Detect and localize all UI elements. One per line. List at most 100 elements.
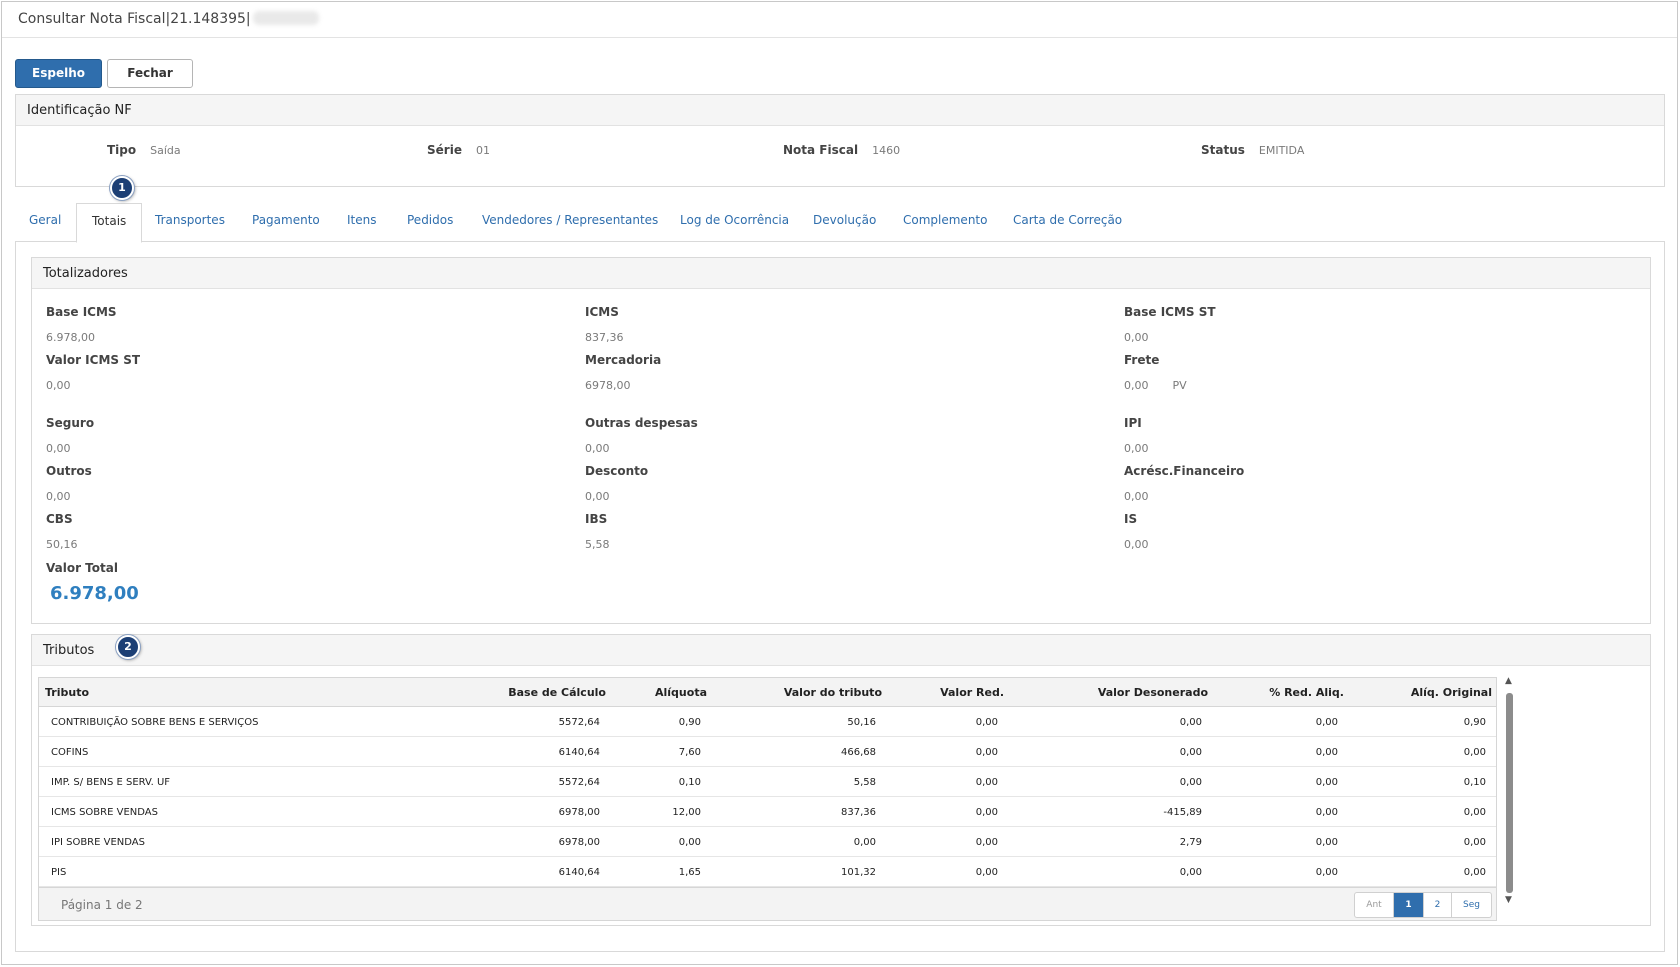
total-field-ibs: IBS 5,58: [585, 512, 610, 551]
table-row[interactable]: IPI SOBRE VENDAS 6978,00 0,00 0,00 0,00 …: [39, 827, 1496, 857]
window-title: Consultar Nota Fiscal|21.148395|: [18, 11, 319, 27]
cell-valor-tributo: 50,16: [847, 717, 876, 728]
cell-red-aliq: 0,00: [1315, 867, 1338, 878]
serie-value: 01: [475, 144, 490, 157]
total-field-outras-despesas: Outras despesas 0,00: [585, 416, 698, 455]
scrollbar-thumb[interactable]: [1506, 693, 1513, 893]
total-field-value: 0,00: [46, 379, 71, 392]
col-header-aliquota[interactable]: Alíquota: [655, 686, 707, 699]
frete-value: 0,00: [1124, 379, 1149, 392]
tab-totais[interactable]: Totais: [76, 203, 143, 243]
col-header-valor-tributo[interactable]: Valor do tributo: [784, 686, 882, 699]
cell-aliquota: 7,60: [678, 747, 701, 758]
cell-valor-red: 0,00: [975, 717, 998, 728]
pager-page-2[interactable]: 2: [1423, 893, 1451, 917]
cell-aliquota: 1,65: [678, 867, 701, 878]
cell-tributo: PIS: [51, 867, 67, 878]
cell-valor-desonerado: 0,00: [1179, 867, 1202, 878]
tributos-grid: Tributo Base de Cálculo Alíquota Valor d…: [38, 677, 1497, 921]
pager-page-1[interactable]: 1: [1393, 893, 1423, 917]
total-field-label: Acrésc.Financeiro: [1124, 464, 1245, 478]
valor-total-field: Valor Total: [46, 561, 118, 575]
tab-pedidos[interactable]: Pedidos: [407, 213, 453, 227]
callout-badge-2: 2: [116, 635, 140, 659]
col-header-valor-desonerado[interactable]: Valor Desonerado: [1098, 686, 1208, 699]
cell-tributo: IPI SOBRE VENDAS: [51, 837, 145, 848]
grid-header-row: Tributo Base de Cálculo Alíquota Valor d…: [39, 678, 1496, 707]
tab-complemento[interactable]: Complemento: [903, 213, 987, 227]
tab-pagamento[interactable]: Pagamento: [252, 213, 320, 227]
table-row[interactable]: IMP. S/ BENS E SERV. UF 5572,64 0,10 5,5…: [39, 767, 1496, 797]
tab-geral[interactable]: Geral: [29, 213, 61, 227]
fechar-button[interactable]: Fechar: [107, 59, 193, 88]
pager-prev-button[interactable]: Ant: [1355, 893, 1393, 917]
total-field-value: 837,36: [585, 331, 624, 344]
valor-total-label: Valor Total: [46, 561, 118, 575]
total-field-seguro: Seguro 0,00: [46, 416, 95, 455]
table-row[interactable]: PIS 6140,64 1,65 101,32 0,00 0,00 0,00 0…: [39, 857, 1496, 887]
table-row[interactable]: CONTRIBUIÇÃO SOBRE BENS E SERVIÇOS 5572,…: [39, 707, 1496, 737]
status-label: Status: [1201, 143, 1245, 157]
total-field-label: Desconto: [585, 464, 649, 478]
total-field-label: Base ICMS ST: [1124, 305, 1216, 319]
table-row[interactable]: COFINS 6140,64 7,60 466,68 0,00 0,00 0,0…: [39, 737, 1496, 767]
total-field-value: 0,00: [585, 490, 610, 503]
cell-tributo: IMP. S/ BENS E SERV. UF: [51, 777, 171, 788]
cell-aliquota: 0,00: [678, 837, 701, 848]
tab-log-ocorrencia[interactable]: Log de Ocorrência: [680, 213, 789, 227]
cell-valor-red: 0,00: [975, 777, 998, 788]
cell-base-calculo: 5572,64: [558, 717, 600, 728]
col-header-valor-red[interactable]: Valor Red.: [940, 686, 1004, 699]
cell-aliquota: 12,00: [672, 807, 701, 818]
total-field-frete: Frete 0,00 PV: [1124, 353, 1187, 392]
tab-devolucao[interactable]: Devolução: [813, 213, 876, 227]
nota-fiscal-field: Nota Fiscal 1460: [783, 143, 900, 157]
pagination: Ant 1 2 Seg: [1354, 892, 1492, 918]
cell-valor-tributo: 5,58: [853, 777, 876, 788]
col-header-aliq-original[interactable]: Alíq. Original: [1411, 686, 1492, 699]
total-field-label: Mercadoria: [585, 353, 662, 367]
status-field: Status EMITIDA: [1201, 143, 1304, 157]
total-field-value: 6978,00: [585, 379, 631, 392]
col-header-red-aliq[interactable]: % Red. Aliq.: [1269, 686, 1344, 699]
tab-transportes[interactable]: Transportes: [155, 213, 225, 227]
total-field-label: Frete: [1124, 353, 1160, 367]
total-field-is: IS 0,00: [1124, 512, 1149, 551]
scroll-up-arrow-icon[interactable]: ▲: [1505, 677, 1512, 686]
table-row[interactable]: ICMS SOBRE VENDAS 6978,00 12,00 837,36 0…: [39, 797, 1496, 827]
tab-vendedores[interactable]: Vendedores / Representantes: [482, 213, 658, 227]
total-field-value: 0,00: [1124, 538, 1149, 551]
tipo-label: Tipo: [107, 143, 137, 157]
total-field-label: IBS: [585, 512, 608, 526]
total-field-value: 50,16: [46, 538, 78, 551]
total-field-outros: Outros 0,00: [46, 464, 92, 503]
nota-fiscal-window: Consultar Nota Fiscal|21.148395| Espelho…: [1, 1, 1678, 965]
grid-vertical-scrollbar[interactable]: ▲ ▼: [1504, 675, 1514, 905]
cell-valor-red: 0,00: [975, 837, 998, 848]
col-header-tributo[interactable]: Tributo: [45, 686, 89, 699]
tab-itens[interactable]: Itens: [347, 213, 376, 227]
total-field-base-icms: Base ICMS 6.978,00: [46, 305, 117, 344]
window-title-text: Consultar Nota Fiscal|21.148395|: [18, 11, 251, 27]
scroll-down-arrow-icon[interactable]: ▼: [1505, 896, 1512, 905]
total-field-base-icms-st: Base ICMS ST 0,00: [1124, 305, 1216, 344]
cell-valor-desonerado: 0,00: [1179, 777, 1202, 788]
identificacao-title: Identificação NF: [16, 95, 1664, 126]
tipo-field: Tipo Saída: [107, 143, 181, 157]
total-field-label: ICMS: [585, 305, 619, 319]
blurred-region: [252, 11, 319, 25]
cell-aliq-original: 0,00: [1463, 807, 1486, 818]
pager-next-button[interactable]: Seg: [1451, 893, 1491, 917]
total-field-acresc-financeiro: Acrésc.Financeiro 0,00: [1124, 464, 1245, 503]
cell-aliq-original: 0,00: [1463, 837, 1486, 848]
totalizadores-panel: Totalizadores Base ICMS 6.978,00 ICMS 837,…: [31, 257, 1651, 624]
cell-red-aliq: 0,00: [1315, 807, 1338, 818]
col-header-base-calculo[interactable]: Base de Cálculo: [508, 686, 606, 699]
cell-valor-tributo: 466,68: [841, 747, 876, 758]
cell-base-calculo: 6140,64: [558, 747, 600, 758]
serie-field: Série 01: [427, 143, 490, 157]
total-field-label: Seguro: [46, 416, 95, 430]
tab-carta-correcao[interactable]: Carta de Correção: [1013, 213, 1122, 227]
espelho-button[interactable]: Espelho: [15, 59, 102, 88]
cell-valor-red: 0,00: [975, 867, 998, 878]
